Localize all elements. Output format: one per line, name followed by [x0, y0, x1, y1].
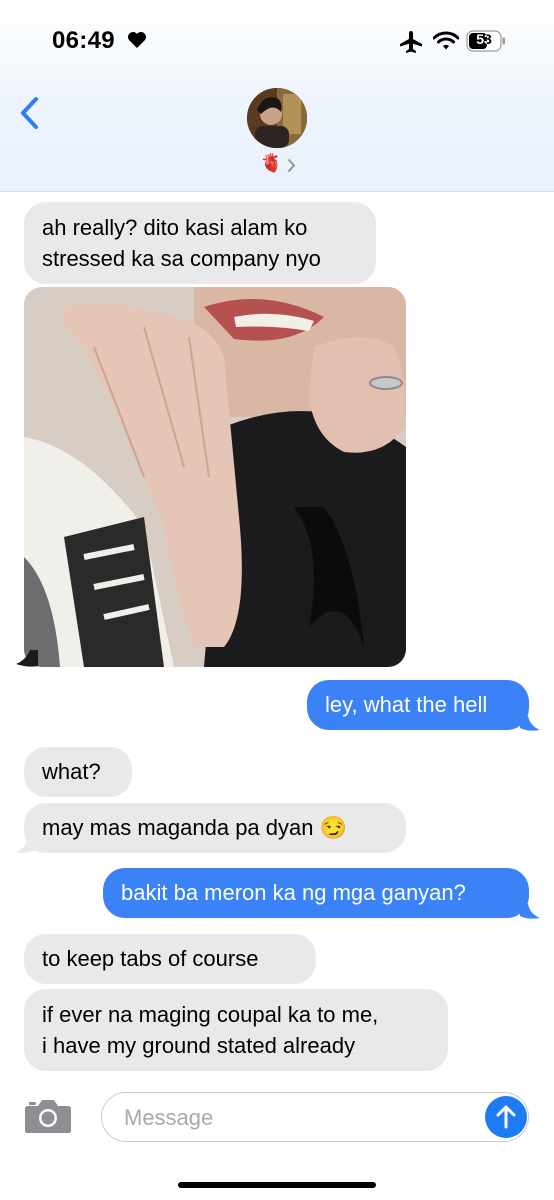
battery-percentage: 53 — [476, 31, 492, 47]
camera-icon[interactable] — [24, 1098, 72, 1139]
home-indicator — [178, 1182, 376, 1188]
back-chevron-icon[interactable] — [18, 96, 40, 135]
anatomical-heart-emoji: 🫀 — [260, 153, 283, 173]
chevron-right-icon — [288, 159, 296, 177]
bubble-tail-icon — [16, 650, 38, 667]
message-text: bakit ba meron ka ng mga ganyan? — [121, 880, 466, 905]
message-bubble-incoming[interactable]: may mas maganda pa dyan 😏 — [24, 803, 406, 853]
message-text: what? — [42, 759, 101, 784]
message-composer — [0, 1082, 554, 1200]
message-line: ah really? dito kasi alam ko — [42, 215, 308, 240]
photo-attachment[interactable] — [24, 287, 406, 667]
message-input[interactable] — [122, 1103, 476, 1133]
message-bubble-incoming[interactable]: if ever na maging coupal ka to me, i hav… — [24, 989, 448, 1071]
heart-icon — [127, 31, 147, 54]
battery-icon: 53 — [466, 30, 506, 57]
message-bubble-incoming[interactable]: ah really? dito kasi alam ko stressed ka… — [24, 202, 376, 284]
message-text: ley, what the hell — [325, 692, 488, 717]
message-bubble-outgoing[interactable]: bakit ba meron ka ng mga ganyan? — [103, 868, 529, 918]
message-bubble-outgoing[interactable]: ley, what the hell — [307, 680, 529, 730]
bubble-tail-icon — [16, 838, 36, 853]
message-text: to keep tabs of course — [42, 946, 259, 971]
bubble-tail-icon — [520, 716, 540, 731]
message-thread[interactable]: ah really? dito kasi alam ko stressed ka… — [0, 192, 554, 1082]
message-text: may mas maganda pa dyan 😏 — [42, 815, 347, 840]
message-line: if ever na maging coupal ka to me, — [42, 1002, 379, 1027]
wifi-icon — [432, 31, 460, 56]
message-bubble-incoming[interactable]: to keep tabs of course — [24, 934, 316, 984]
message-bubble-incoming[interactable]: what? — [24, 747, 132, 797]
status-time: 06:49 — [52, 27, 115, 54]
send-button[interactable] — [485, 1096, 527, 1138]
arrow-up-icon — [496, 1105, 516, 1129]
status-bar: 06:49 53 — [0, 0, 554, 80]
message-input-field[interactable] — [101, 1092, 529, 1142]
airplane-mode-icon — [398, 30, 424, 59]
message-line: i have my ground stated already — [42, 1033, 356, 1058]
message-line: stressed ka sa company nyo — [42, 246, 321, 271]
bubble-tail-icon — [520, 904, 540, 919]
contact-avatar[interactable] — [247, 88, 307, 148]
